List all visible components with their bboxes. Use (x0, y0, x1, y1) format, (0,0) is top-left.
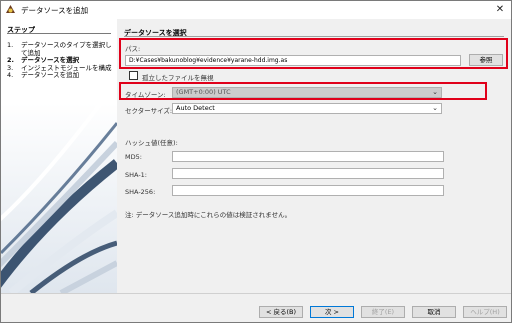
finish-button[interactable]: 終了(E) (361, 306, 405, 318)
close-icon[interactable]: ✕ (493, 3, 507, 17)
step-label: データソースのタイプを選択して追加 (21, 41, 112, 57)
sector-size-label: セクターサイズ: (125, 107, 173, 115)
ignore-orphans-checkbox[interactable] (129, 71, 138, 80)
md5-input[interactable] (172, 151, 444, 162)
hash-heading: ハッシュ値(任意): (125, 139, 178, 147)
sha256-input[interactable] (172, 185, 444, 196)
sha1-input[interactable] (172, 168, 444, 179)
cancel-button[interactable]: 取消 (412, 306, 456, 318)
help-button[interactable]: ヘルプ(H) (463, 306, 507, 318)
path-highlight-box (119, 38, 508, 69)
sector-size-value: Auto Detect (176, 104, 215, 112)
back-button[interactable]: < 戻る(B) (259, 306, 303, 318)
ignore-orphans-label: 孤立したファイルを無視 (142, 74, 214, 82)
window-title: データソースを追加 (21, 6, 89, 15)
step-item: 4. データソースを追加 (7, 71, 113, 80)
steps-heading-divider (7, 33, 111, 34)
step-number: 1. (7, 41, 14, 49)
step-item: 1. データソースのタイプを選択して追加 (7, 41, 113, 57)
sector-size-select[interactable]: Auto Detect ⌄ (172, 103, 442, 114)
chevron-down-icon: ⌄ (432, 104, 438, 112)
hash-note: 注: データソース追加時にこれらの値は検証されません。 (125, 211, 292, 219)
timezone-highlight-box (119, 82, 487, 100)
steps-sidebar: ステップ 1. データソースのタイプを選択して追加 2. データソースを選択 3. イ… (1, 19, 117, 293)
steps-list: 1. データソースのタイプを選択して追加 2. データソースを選択 3. インジェスト… (7, 41, 113, 80)
title-bar: データソースを追加 ✕ (1, 1, 511, 19)
app-logo-icon (6, 5, 15, 13)
add-data-source-dialog: データソースを追加 ✕ ステップ 1. データソースのタイプを選択して追加 2. デ… (0, 0, 512, 323)
section-divider (124, 36, 504, 37)
sha256-label: SHA-256: (125, 188, 156, 196)
step-number: 4. (7, 71, 14, 79)
sha1-label: SHA-1: (125, 171, 147, 179)
md5-label: MD5: (125, 153, 142, 161)
sidebar-decoration-graphic (1, 103, 117, 293)
main-panel: データソースを選択 パス: D:¥Cases¥bakunoblog¥eviden… (117, 19, 511, 293)
step-label: データソースを追加 (21, 71, 80, 79)
next-button[interactable]: 次 > (310, 306, 354, 318)
footer-divider (1, 293, 511, 294)
